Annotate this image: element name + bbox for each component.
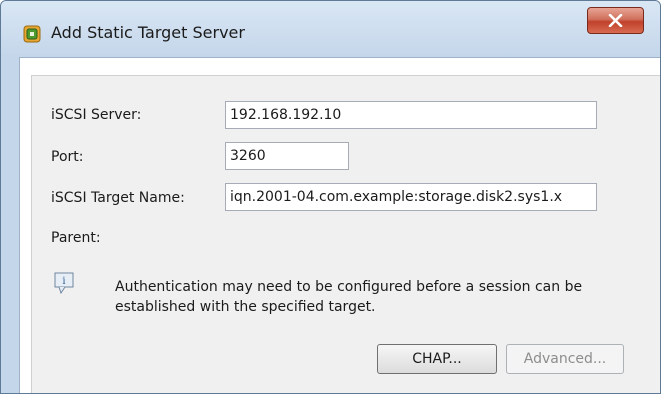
title-bar[interactable]: Add Static Target Server (1, 1, 660, 57)
close-icon (608, 14, 623, 27)
port-label: Port: (51, 149, 84, 165)
iscsi-server-label: iSCSI Server: (51, 107, 142, 123)
info-icon: i (53, 271, 77, 295)
vsphere-client-icon (23, 25, 41, 43)
dialog-window: Add Static Target Server iSCSI Server: 1… (0, 0, 661, 394)
advanced-button[interactable]: Advanced... (506, 344, 624, 374)
close-button[interactable] (587, 7, 644, 34)
svg-text:i: i (62, 276, 65, 287)
target-name-label: iSCSI Target Name: (51, 190, 185, 206)
dialog-title: Add Static Target Server (51, 23, 245, 42)
port-input[interactable]: 3260 (225, 142, 349, 170)
iscsi-server-input[interactable]: 192.168.192.10 (225, 101, 597, 129)
chap-button-label: CHAP... (412, 351, 462, 367)
advanced-button-label: Advanced... (523, 351, 607, 367)
target-name-input[interactable]: iqn.2001-04.com.example:storage.disk2.sy… (225, 183, 597, 211)
chap-button[interactable]: CHAP... (377, 344, 497, 374)
auth-info-message: Authentication may need to be configured… (115, 279, 583, 315)
parent-label: Parent: (51, 230, 101, 246)
